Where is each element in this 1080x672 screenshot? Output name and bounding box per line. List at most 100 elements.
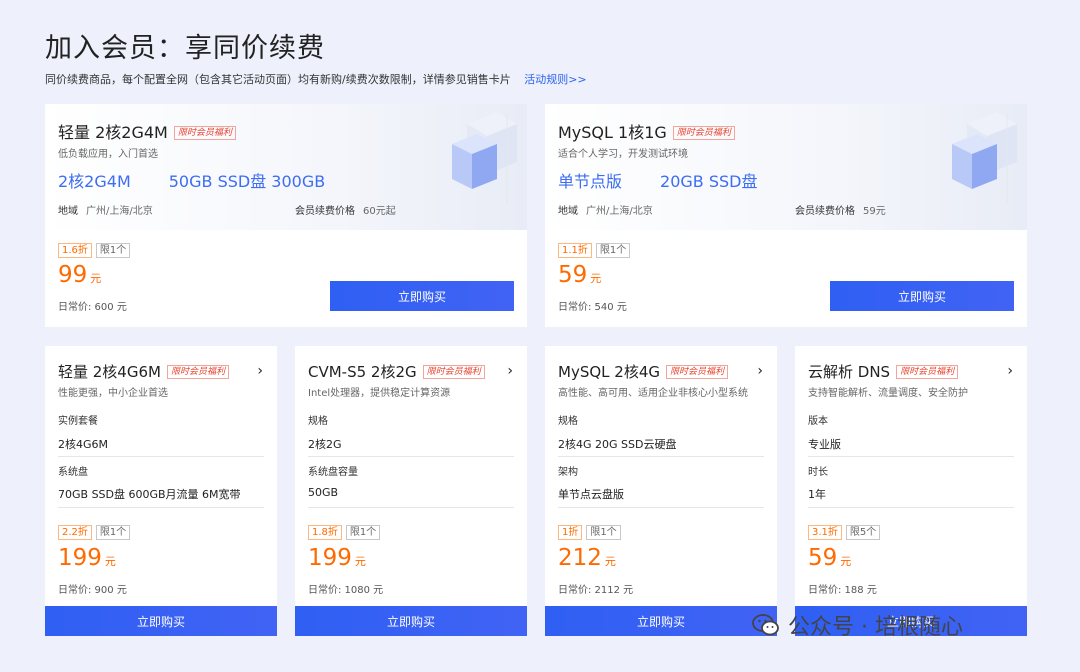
price-unit: 元 [354,555,366,568]
chevron-right-icon[interactable]: › [1007,363,1013,379]
price-value: 59 [808,545,838,571]
watermark: 公众号 · 培根随心 [752,609,963,641]
renew-meta: 会员续费价格 59元 [795,202,886,217]
divider [308,456,514,457]
discount-tag: 1折 [558,525,583,540]
card-tags: 1折 限1个 [558,525,621,540]
card-desc: 性能更强，中小企业首选 [58,388,168,399]
product-card-dns[interactable]: 云解析 DNS 限时会员福利 › 支持智能解析、流量调度、安全防护 版本 专业版 … [795,346,1027,636]
renew-meta: 会员续费价格 60元起 [295,202,396,217]
regular-price: 日常价: 600 元 [58,302,127,313]
card-tags: 1.6折 限1个 [58,243,131,258]
limited-badge: 限时会员福利 [173,126,236,140]
field-label: 架构 [558,467,578,478]
discount-tag: 3.1折 [808,525,842,540]
limit-tag: 限1个 [586,525,621,540]
limited-badge: 限时会员福利 [672,126,735,140]
regular-price: 日常价: 188 元 [808,585,877,596]
limit-tag: 限1个 [95,525,131,540]
field-value: 2核4G6M [58,438,109,451]
price-unit: 元 [590,272,602,285]
divider [808,456,1014,457]
watermark-text: 公众号 · 培根随心 [788,615,963,640]
region-value: 广州/上海/北京 [586,206,653,217]
limited-badge: 限时会员福利 [665,365,728,379]
field-label: 实例套餐 [58,416,98,427]
renew-label: 会员续费价格 [795,206,855,217]
spec-secondary: 50GB SSD盘 300GB [168,172,326,191]
buy-now-button[interactable]: 立即购买 [545,606,777,636]
card-desc: Intel处理器，提供稳定计算资源 [308,388,451,399]
card-title: 轻量 2核4G6M 限时会员福利 [58,361,229,382]
card-tags: 3.1折 限5个 [808,525,881,540]
page-title: 加入会员：享同价续费 [45,33,325,64]
card-spec-highlight: 2核2G4M 50GB SSD盘 300GB [58,168,325,192]
regular-price: 日常价: 1080 元 [308,585,384,596]
product-card-cvm-s5[interactable]: CVM-S5 2核2G 限时会员福利 › Intel处理器，提供稳定计算资源 规格… [295,346,527,636]
buy-now-button[interactable]: 立即购买 [45,606,277,636]
field-value: 50GB [308,486,339,499]
cube-illustration-icon [952,112,1017,204]
chevron-right-icon[interactable]: › [257,363,263,379]
divider [308,507,514,508]
divider [58,507,264,508]
activity-rules-link[interactable]: 活动规则>> [524,73,586,86]
card-title-text: MySQL 1核1G [558,123,667,142]
price: 199 元 [308,545,366,571]
divider [58,456,264,457]
limited-badge: 限时会员福利 [422,365,485,379]
field-label: 规格 [558,416,578,427]
spec-secondary: 20GB SSD盘 [660,172,758,191]
divider [558,507,764,508]
price-unit: 元 [604,555,616,568]
product-card-mysql-2c4g[interactable]: MySQL 2核4G 限时会员福利 › 高性能、高可用、适用企业非核心小型系统 规… [545,346,777,636]
card-title-text: MySQL 2核4G [558,363,660,381]
region-label: 地域 [58,206,78,217]
product-card-mysql-1c1g: MySQL 1核1G 限时会员福利 适合个人学习，开发测试环境 单节点版 20GB … [545,104,1027,327]
regular-price: 日常价: 900 元 [58,585,127,596]
subtitle-text: 同价续费商品，每个配置全网（包含其它活动页面）均有新购/续费次数限制，详情参见销… [45,73,511,86]
field-label: 时长 [808,467,828,478]
card-tags: 1.1折 限1个 [558,243,631,258]
card-desc: 支持智能解析、流量调度、安全防护 [808,388,968,399]
divider [558,456,764,457]
region-label: 地域 [558,206,578,217]
card-title: 云解析 DNS 限时会员福利 [808,361,959,382]
field-value: 2核4G 20G SSD云硬盘 [558,438,677,451]
field-label: 规格 [308,416,328,427]
buy-now-button[interactable]: 立即购买 [330,281,514,311]
card-tags: 1.8折 限1个 [308,525,381,540]
product-card-lighthouse-2c4g[interactable]: 轻量 2核4G6M 限时会员福利 › 性能更强，中小企业首选 实例套餐 2核4G6… [45,346,277,636]
cube-illustration-icon [452,112,517,204]
field-value: 专业版 [808,438,841,451]
product-card-lighthouse-2c2g: 轻量 2核2G4M 限时会员福利 低负载应用，入门首选 2核2G4M 50GB SS… [45,104,527,327]
buy-now-button[interactable]: 立即购买 [295,606,527,636]
chevron-right-icon[interactable]: › [757,363,763,379]
card-tags: 2.2折 限1个 [58,525,131,540]
card-title-text: CVM-S5 2核2G [308,363,417,381]
field-value: 单节点云盘版 [558,488,624,501]
card-title-text: 轻量 2核4G6M [58,363,161,381]
card-title: MySQL 1核1G 限时会员福利 [558,119,735,143]
regular-price: 日常价: 2112 元 [558,585,634,596]
spec-primary: 2核2G4M [58,172,131,191]
field-label: 版本 [808,416,828,427]
price-value: 199 [308,545,352,571]
price: 199 元 [58,545,116,571]
region-value: 广州/上海/北京 [86,206,153,217]
card-desc: 适合个人学习，开发测试环境 [558,149,688,160]
price-unit: 元 [104,555,116,568]
divider [808,507,1014,508]
buy-now-button[interactable]: 立即购买 [830,281,1014,311]
region-meta: 地域 广州/上海/北京 [58,202,153,217]
price: 212 元 [558,545,616,571]
price-unit: 元 [840,555,852,568]
page-subtitle: 同价续费商品，每个配置全网（包含其它活动页面）均有新购/续费次数限制，详情参见销… [45,71,587,87]
price: 59 元 [558,262,601,288]
limit-tag: 限1个 [345,525,381,540]
price-value: 212 [558,545,602,571]
chevron-right-icon[interactable]: › [507,363,513,379]
limited-badge: 限时会员福利 [896,365,959,379]
field-label: 系统盘容量 [308,467,358,478]
card-title-text: 轻量 2核2G4M [58,123,168,142]
